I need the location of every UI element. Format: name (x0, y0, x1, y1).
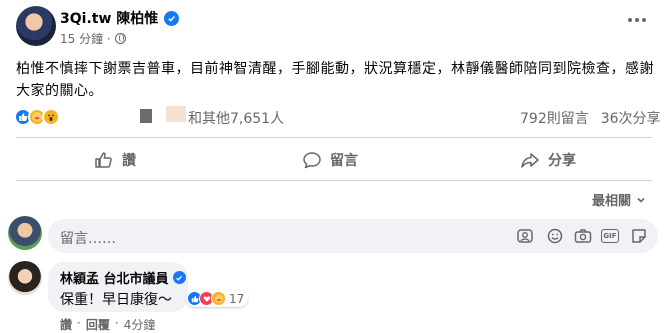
camera-icon[interactable] (574, 228, 592, 244)
emoji-icon[interactable] (546, 228, 564, 244)
comments-count-link[interactable]: 792則留言 (520, 108, 589, 128)
comment-button-label: 留言 (330, 153, 358, 169)
redacted-name-block (140, 109, 152, 123)
comment-reactions[interactable]: 17 (186, 290, 249, 307)
share-button-label: 分享 (548, 153, 576, 169)
commenter-avatar[interactable] (8, 261, 42, 295)
share-arrow-icon (521, 153, 539, 168)
current-user-avatar[interactable] (8, 216, 42, 250)
comment-text: 保重！早日康復～ (60, 292, 172, 308)
avatar-sticker-icon[interactable] (516, 228, 534, 244)
comment-input-placeholder[interactable]: 留言…… (60, 228, 116, 248)
divider (16, 180, 652, 181)
commenter-name-text[interactable]: 林穎孟 台北市議員 (60, 268, 169, 287)
share-button[interactable]: 分享 (520, 150, 576, 170)
globe-icon (114, 33, 126, 44)
post-author[interactable]: 3Qi.tw 陳柏惟 (60, 8, 180, 28)
wow-icon (42, 108, 60, 126)
post-time-text[interactable]: 15 分鐘 · (60, 30, 111, 47)
sticker-icon[interactable] (630, 228, 648, 244)
comment-reaction-count: 17 (229, 291, 245, 306)
reaction-icons[interactable] (14, 108, 60, 126)
divider (16, 137, 652, 138)
post-text: 柏惟不慎摔下謝票吉普車，目前神智清醒，手腳能動，狀況算穩定，林靜儀醫師陪同到院檢… (16, 61, 654, 99)
like-button-label: 讚 (122, 153, 136, 169)
comment-like-button[interactable]: 讚 (60, 316, 72, 333)
engagement-counts: 792則留言 36次分享 (520, 108, 661, 128)
reactions-summary[interactable]: 和其他7,651人 (188, 108, 284, 128)
sort-label: 最相關 (592, 194, 632, 209)
redacted-name-block (166, 106, 186, 122)
gif-icon[interactable]: GIF (601, 229, 619, 243)
verified-badge-icon (164, 10, 180, 26)
comment-input[interactable] (48, 219, 658, 253)
comment-bubble-icon (303, 152, 321, 169)
care-icon (211, 291, 226, 306)
post-timestamp[interactable]: 15 分鐘 · (60, 30, 126, 47)
comment-reply-button[interactable]: 回覆 (86, 316, 110, 333)
like-button[interactable]: 讚 (94, 150, 136, 170)
verified-badge-icon (172, 271, 186, 284)
page-avatar[interactable] (16, 6, 56, 46)
commenter-name[interactable]: 林穎孟 台北市議員 (60, 268, 186, 287)
shares-count-link[interactable]: 36次分享 (601, 108, 661, 128)
more-options-icon[interactable] (628, 14, 652, 26)
post-author-name[interactable]: 3Qi.tw 陳柏惟 (60, 8, 158, 28)
comment-sort-dropdown[interactable]: 最相關 (592, 190, 647, 209)
comment-actions: 讚 · 回覆 · 4分鐘 (60, 316, 156, 333)
comment-time[interactable]: 4分鐘 (124, 316, 156, 333)
chevron-down-icon (637, 197, 645, 203)
comment-button[interactable]: 留言 (302, 150, 358, 170)
thumbs-up-icon (95, 152, 112, 168)
